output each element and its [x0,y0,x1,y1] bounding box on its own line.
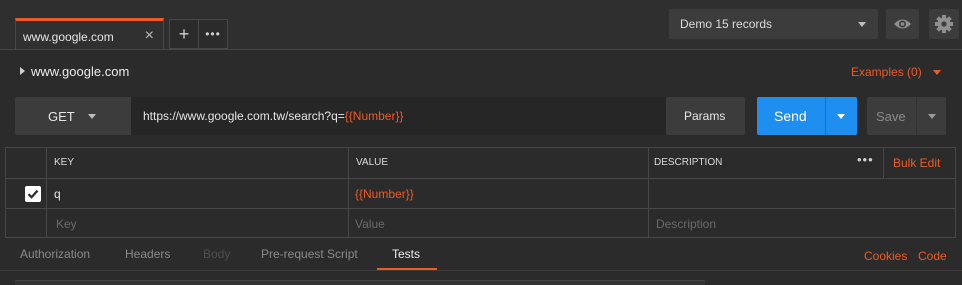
more-options-button[interactable]: ••• [857,152,874,167]
expand-caret-icon[interactable] [20,67,25,75]
save-label: Save [876,109,906,124]
eye-icon [894,19,911,29]
column-header-key: KEY [54,157,75,168]
divider [348,148,349,237]
divider [0,270,962,271]
close-icon[interactable]: × [145,27,154,45]
examples-dropdown[interactable]: Examples (0) [851,65,922,79]
tab-request[interactable]: www.google.com × [15,18,164,50]
param-enabled-checkbox[interactable] [25,186,41,202]
tab-pre-request-script[interactable]: Pre-request Script [261,247,358,261]
tab-authorization[interactable]: Authorization [20,247,90,261]
more-tabs-button[interactable]: ••• [199,20,227,48]
bulk-edit-link[interactable]: Bulk Edit [893,156,940,170]
send-label: Send [774,108,807,124]
param-key-cell[interactable]: q [54,187,61,201]
save-button[interactable]: Save [867,97,916,135]
url-text: https://www.google.com.tw/search?q={{Num… [143,109,404,123]
environment-quick-look-button[interactable] [886,9,919,39]
tab-actions: + ••• [169,19,228,49]
gear-icon [935,15,953,33]
manage-environments-button[interactable] [929,9,959,39]
cookies-link[interactable]: Cookies [864,249,907,263]
tab-tests[interactable]: Tests [392,247,420,261]
url-input[interactable]: https://www.google.com.tw/search?q={{Num… [131,97,666,135]
params-table: KEY VALUE DESCRIPTION ••• Bulk Edit q {{… [5,147,956,238]
send-options-button[interactable] [825,97,857,135]
add-tab-button[interactable]: + [170,20,199,48]
tab-body[interactable]: Body [203,247,230,261]
new-description-input[interactable]: Description [656,217,716,231]
chevron-down-icon [933,70,941,75]
new-value-input[interactable]: Value [355,217,385,231]
chevron-down-icon [837,114,845,119]
checkmark-icon [27,189,39,199]
send-button[interactable]: Send [757,97,825,135]
column-header-value: VALUE [356,157,389,168]
param-value-cell[interactable]: {{Number}} [355,187,414,201]
method-select[interactable]: GET [15,97,131,135]
column-header-description: DESCRIPTION [654,157,723,168]
script-editor[interactable] [15,280,705,285]
tab-label: www.google.com [23,30,114,44]
environment-select[interactable]: Demo 15 records [669,9,878,39]
chevron-down-icon [928,114,936,119]
code-link[interactable]: Code [918,249,947,263]
save-options-button[interactable] [916,97,946,135]
divider [6,178,955,179]
divider [46,148,47,237]
divider [648,148,649,237]
url-prefix: https://www.google.com.tw/search?q= [143,109,345,123]
url-variable: {{Number}} [344,109,404,123]
chevron-down-icon [88,114,96,119]
params-label: Params [684,109,726,123]
divider [883,148,884,178]
request-name[interactable]: www.google.com [31,64,129,79]
divider [6,208,955,209]
environment-label: Demo 15 records [680,17,773,31]
new-key-input[interactable]: Key [56,217,77,231]
chevron-down-icon [858,22,866,27]
tab-headers[interactable]: Headers [125,247,170,261]
params-button[interactable]: Params [666,97,745,135]
divider [0,49,962,50]
method-label: GET [48,109,75,124]
